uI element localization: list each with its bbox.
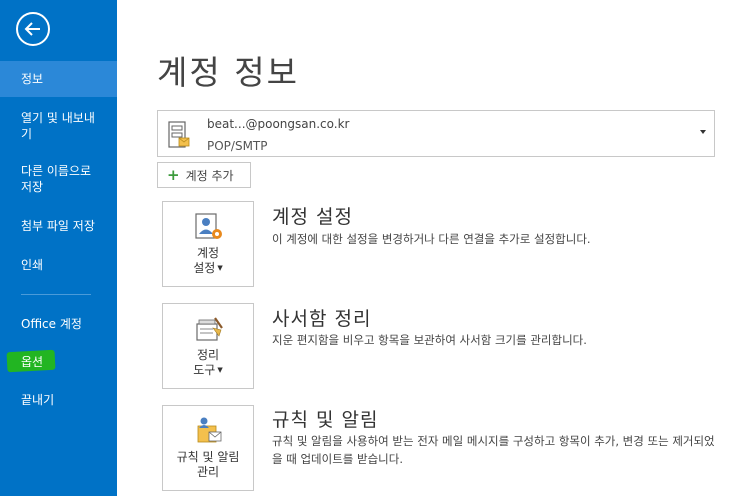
nav-print-label: 인쇄	[21, 258, 44, 272]
cleanup-tools-line2: 도구	[193, 363, 216, 377]
plus-icon: +	[167, 165, 180, 184]
manage-rules-button[interactable]: 규칙 및 알림 관리	[162, 405, 254, 491]
nav-open-export-label: 열기 및 내보내기	[21, 111, 95, 141]
manage-rules-line1: 규칙 및 알림	[176, 450, 240, 464]
account-settings-title: 계정 설정	[272, 206, 353, 228]
rules-alerts-icon	[197, 417, 222, 443]
cleanup-tools-line2-wrap: 도구 ▼	[163, 363, 253, 378]
nav-options[interactable]: 옵션	[0, 354, 117, 370]
nav-info[interactable]: 정보	[0, 61, 117, 97]
account-settings-button[interactable]: 계정 설정 ▼	[162, 201, 254, 287]
nav-save-attachments-label: 첨부 파일 저장	[21, 219, 95, 233]
back-button[interactable]	[16, 12, 50, 46]
mail-server-icon	[168, 121, 190, 148]
nav-options-label: 옵션	[21, 355, 44, 369]
account-settings-line2: 설정	[193, 261, 216, 275]
rules-alerts-description: 규칙 및 알림을 사용하여 받는 전자 메일 메시지를 구성하고 항목이 추가,…	[272, 434, 715, 466]
page-title: 계정 정보	[157, 53, 299, 92]
nav-open-export[interactable]: 열기 및 내보내기	[0, 110, 117, 142]
account-email: beat...@poongsan.co.kr	[207, 117, 350, 131]
cleanup-tools-icon	[196, 317, 223, 341]
nav-info-label: 정보	[21, 72, 44, 86]
rules-alerts-title: 규칙 및 알림	[272, 409, 379, 431]
back-arrow-icon	[24, 22, 40, 36]
caret-down-icon: ▼	[217, 366, 223, 374]
backstage-sidebar: 정보 열기 및 내보내기 다른 이름으로 저장 첨부 파일 저장 인쇄 Offi…	[0, 0, 117, 496]
add-account-button[interactable]: + 계정 추가	[157, 162, 251, 188]
account-selector[interactable]: beat...@poongsan.co.kr POP/SMTP	[157, 110, 715, 157]
nav-divider	[21, 294, 91, 295]
dropdown-arrow-icon	[700, 130, 706, 134]
caret-down-icon: ▼	[217, 264, 223, 272]
nav-office-account-label: Office 계정	[21, 317, 82, 331]
account-settings-icon	[195, 213, 222, 239]
nav-print[interactable]: 인쇄	[0, 257, 117, 273]
mailbox-cleanup-description: 지운 편지함을 비우고 항목을 보관하여 사서함 크기를 관리합니다.	[272, 333, 587, 347]
add-account-label: 계정 추가	[185, 168, 234, 183]
nav-office-account[interactable]: Office 계정	[0, 316, 117, 332]
nav-exit-label: 끝내기	[21, 393, 55, 407]
nav-save-as-label: 다른 이름으로 저장	[21, 164, 92, 194]
nav-exit[interactable]: 끝내기	[0, 392, 117, 408]
cleanup-tools-button[interactable]: 정리 도구 ▼	[162, 303, 254, 389]
cleanup-tools-line1: 정리	[196, 348, 220, 362]
account-type: POP/SMTP	[207, 139, 268, 153]
account-settings-description: 이 계정에 대한 설정을 변경하거나 다른 연결을 추가로 설정합니다.	[272, 232, 591, 246]
manage-rules-line2: 관리	[196, 465, 220, 479]
account-settings-line1: 계정	[196, 246, 220, 260]
nav-save-as[interactable]: 다른 이름으로 저장	[0, 163, 117, 195]
mailbox-cleanup-title: 사서함 정리	[272, 308, 372, 330]
nav-save-attachments[interactable]: 첨부 파일 저장	[0, 218, 117, 234]
account-settings-line2-wrap: 설정 ▼	[163, 261, 253, 276]
